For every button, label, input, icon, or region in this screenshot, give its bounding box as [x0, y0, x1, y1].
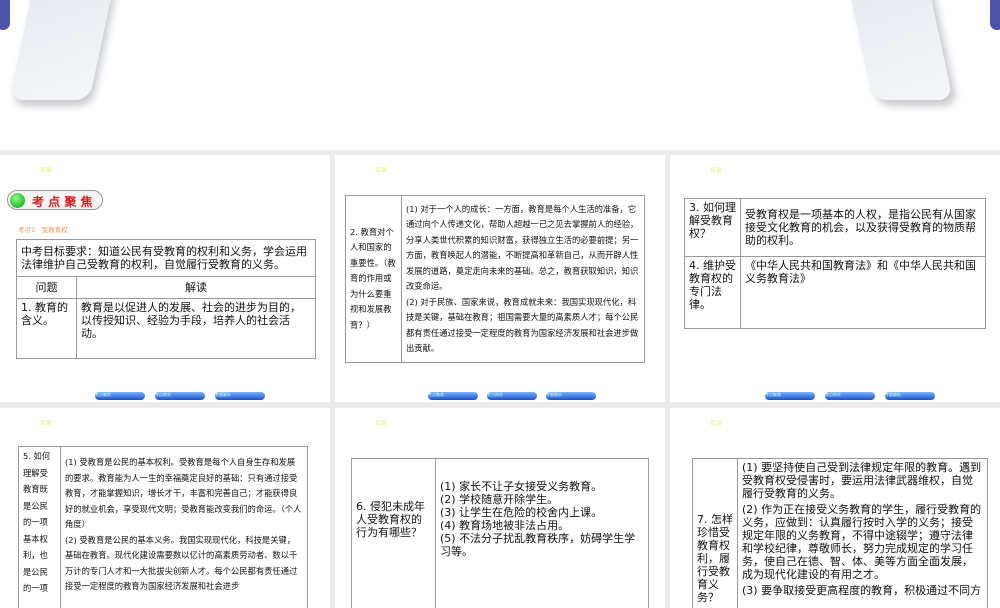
list-item: (1) 家长不让子女接受义务教育。 — [440, 480, 603, 493]
slide-thumbnail-4[interactable]: 目录 5. 如何理解受教育既是公民的一项基本权利，也是公民的一项 (1) 受教育… — [0, 408, 330, 608]
list-item: (4) 教育场地被非法占用。 — [440, 519, 570, 532]
nav-button[interactable]: 考点探究 — [155, 392, 205, 400]
subtitle: 考点1 受教育权 — [18, 226, 68, 234]
goal-cell: 中考目标要求：知道公民有受教育的权利和义务，学会运用法律维护自己受教育的权利，自… — [16, 238, 316, 278]
slide-thumbnail-3[interactable]: 目录 3. 如何理解受教育权？ 受教育权是一项基本的人权，是指公民有从国家接受文化… — [670, 155, 1000, 402]
nav-button[interactable]: 考题解析 — [215, 392, 265, 400]
decoration — [0, 0, 10, 30]
slide-thumbnail-2[interactable]: 目录 2. 教育对个人和国家的重要性。（教育的作用或为什么要重视和发展教育？） … — [335, 155, 665, 402]
list-item: (3) 让学生在危险的校舍内上课。 — [440, 506, 603, 519]
slide-thumbnail-1[interactable]: 目录 考 点 聚 焦 考点1 受教育权 中考目标要求：知道公民有受教育的权利和义… — [0, 155, 330, 402]
nav-button[interactable]: 考点探究 — [487, 392, 537, 400]
list-item: (5) 不法分子扰乱教育秩序，妨碍学生学习等。 — [440, 532, 636, 558]
decoration — [847, 0, 953, 100]
slide-tag: 目录 — [40, 167, 53, 174]
nav-button[interactable]: 考题解析 — [546, 392, 596, 400]
nav-button[interactable]: 考题解析 — [885, 392, 935, 400]
nav-button[interactable]: 考点聚焦 — [765, 392, 815, 400]
previous-slide-area — [0, 0, 1000, 150]
nav-button[interactable]: 考点探究 — [825, 392, 875, 400]
decoration — [9, 0, 115, 100]
slide-thumbnail-5[interactable]: 目录 6. 侵犯未成年人受教育权的行为有哪些？ (1) 家长不让子女接受义务教育… — [335, 408, 665, 608]
slide-thumbnail-6[interactable]: 目录 7. 怎样珍惜受教育权利，履行受教育义务？ (1) 要坚持使自己受到法律规… — [670, 408, 1000, 608]
decoration — [990, 0, 1000, 30]
nav-button[interactable]: 考点聚焦 — [95, 392, 145, 400]
list-item: (2) 学校随意开除学生。 — [440, 493, 559, 506]
green-dot-icon — [10, 193, 25, 208]
nav-button[interactable]: 考点聚焦 — [428, 392, 478, 400]
section-banner: 考 点 聚 焦 — [7, 190, 103, 210]
